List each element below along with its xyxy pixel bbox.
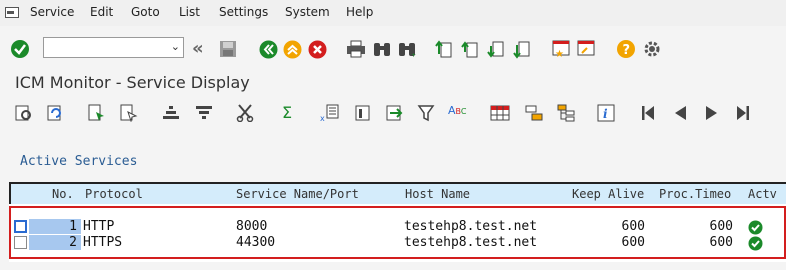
change-layout-icon[interactable] (524, 104, 544, 122)
cell-keep-alive: 600 (621, 235, 645, 250)
cell-host: testehp8.test.net (404, 219, 538, 234)
details-icon[interactable] (15, 104, 33, 122)
refresh-icon[interactable] (47, 104, 65, 122)
cell-protocol: HTTP (83, 219, 115, 234)
save-history-icon[interactable]: « (192, 38, 204, 59)
svg-text:i: i (603, 107, 608, 121)
select-all-icon[interactable] (88, 104, 106, 122)
deselect-all-icon[interactable] (120, 104, 138, 122)
sum-icon[interactable]: Σ (282, 103, 292, 122)
send-icon[interactable] (386, 104, 404, 122)
hierarchy-icon[interactable] (556, 104, 576, 122)
exit-icon[interactable] (283, 40, 302, 59)
cell-port: 8000 (236, 219, 268, 234)
sort-descending-icon[interactable] (195, 104, 213, 122)
find-next-icon[interactable]: + (397, 40, 417, 58)
table-row[interactable]: 2 HTTPS 44300 testehp8.test.net 600 600 (11, 235, 784, 251)
command-input[interactable] (46, 40, 168, 60)
cell-no: 2 (29, 235, 81, 250)
find-icon[interactable] (372, 40, 392, 58)
menu-system[interactable]: System (285, 5, 330, 19)
print-icon[interactable] (346, 40, 366, 58)
help-icon[interactable]: ? (616, 39, 636, 59)
section-title: Active Services (20, 154, 138, 169)
generate-shortcut-icon[interactable] (577, 39, 597, 59)
cell-keep-alive: 600 (621, 219, 645, 234)
next-record-icon[interactable] (704, 104, 720, 122)
svg-text:+: + (411, 52, 416, 58)
column-header-keep-alive[interactable]: Keep Alive (572, 187, 644, 201)
screen-title: ICM Monitor - Service Display (15, 73, 250, 92)
cell-proc-timeout: 600 (709, 235, 733, 250)
layout-icon[interactable] (354, 104, 372, 122)
cell-host: testehp8.test.net (404, 235, 538, 250)
create-session-icon[interactable]: ★ (552, 39, 572, 59)
menu-settings[interactable]: Settings (219, 5, 268, 19)
next-page-icon[interactable] (487, 40, 505, 59)
menu-help[interactable]: Help (346, 5, 373, 19)
system-menu-icon[interactable] (5, 7, 19, 18)
active-check-icon (748, 220, 763, 235)
command-field[interactable]: ⌄ (43, 37, 184, 60)
first-record-icon[interactable] (640, 104, 656, 122)
table-row[interactable]: 1 HTTP 8000 testehp8.test.net 600 600 (11, 219, 784, 235)
menu-edit[interactable]: Edit (90, 5, 113, 19)
spell-check-icon[interactable]: ABC (448, 104, 466, 117)
last-record-icon[interactable] (735, 104, 751, 122)
svg-text:x: x (320, 114, 325, 122)
services-table: No. Protocol Service Name/Port Host Name… (9, 182, 786, 262)
menu-goto[interactable]: Goto (131, 5, 160, 19)
row-selector[interactable] (14, 236, 27, 249)
row-selector[interactable] (14, 220, 27, 233)
column-header-protocol[interactable]: Protocol (85, 187, 143, 201)
table-icon[interactable] (490, 104, 510, 122)
cell-no: 1 (29, 219, 81, 234)
cell-protocol: HTTPS (83, 235, 123, 250)
table-body: 1 HTTP 8000 testehp8.test.net 600 600 2 … (9, 206, 786, 259)
column-header-host-name[interactable]: Host Name (405, 187, 470, 201)
previous-page-icon[interactable] (461, 40, 479, 59)
cell-port: 44300 (236, 235, 276, 250)
gear-icon[interactable] (642, 39, 662, 59)
active-check-icon (748, 236, 763, 251)
back-icon[interactable] (259, 40, 278, 59)
chevron-down-icon[interactable]: ⌄ (171, 40, 180, 53)
cancel-icon[interactable] (308, 40, 327, 59)
column-header-service-port[interactable]: Service Name/Port (236, 187, 359, 201)
info-icon[interactable]: i (597, 104, 615, 122)
filter-icon[interactable] (417, 104, 435, 122)
cut-icon[interactable] (236, 104, 254, 122)
menu-bar: Service Edit Goto List Settings System H… (0, 0, 786, 26)
column-header-active[interactable]: Actv (748, 187, 777, 201)
enter-icon[interactable] (10, 39, 30, 59)
last-page-icon[interactable] (513, 40, 531, 59)
cell-proc-timeout: 600 (709, 219, 733, 234)
svg-text:?: ? (623, 43, 631, 58)
export-spreadsheet-icon[interactable]: x (320, 104, 340, 122)
sort-ascending-icon[interactable] (162, 104, 180, 122)
menu-list[interactable]: List (179, 5, 200, 19)
menu-service[interactable]: Service (30, 5, 74, 19)
save-icon[interactable] (218, 39, 238, 59)
svg-text:★: ★ (555, 49, 564, 59)
table-header: No. Protocol Service Name/Port Host Name… (9, 182, 786, 204)
previous-record-icon[interactable] (672, 104, 688, 122)
first-page-icon[interactable] (435, 40, 453, 59)
column-header-proc-timeout[interactable]: Proc.Timeo (659, 187, 731, 201)
column-header-no[interactable]: No. (52, 187, 74, 201)
